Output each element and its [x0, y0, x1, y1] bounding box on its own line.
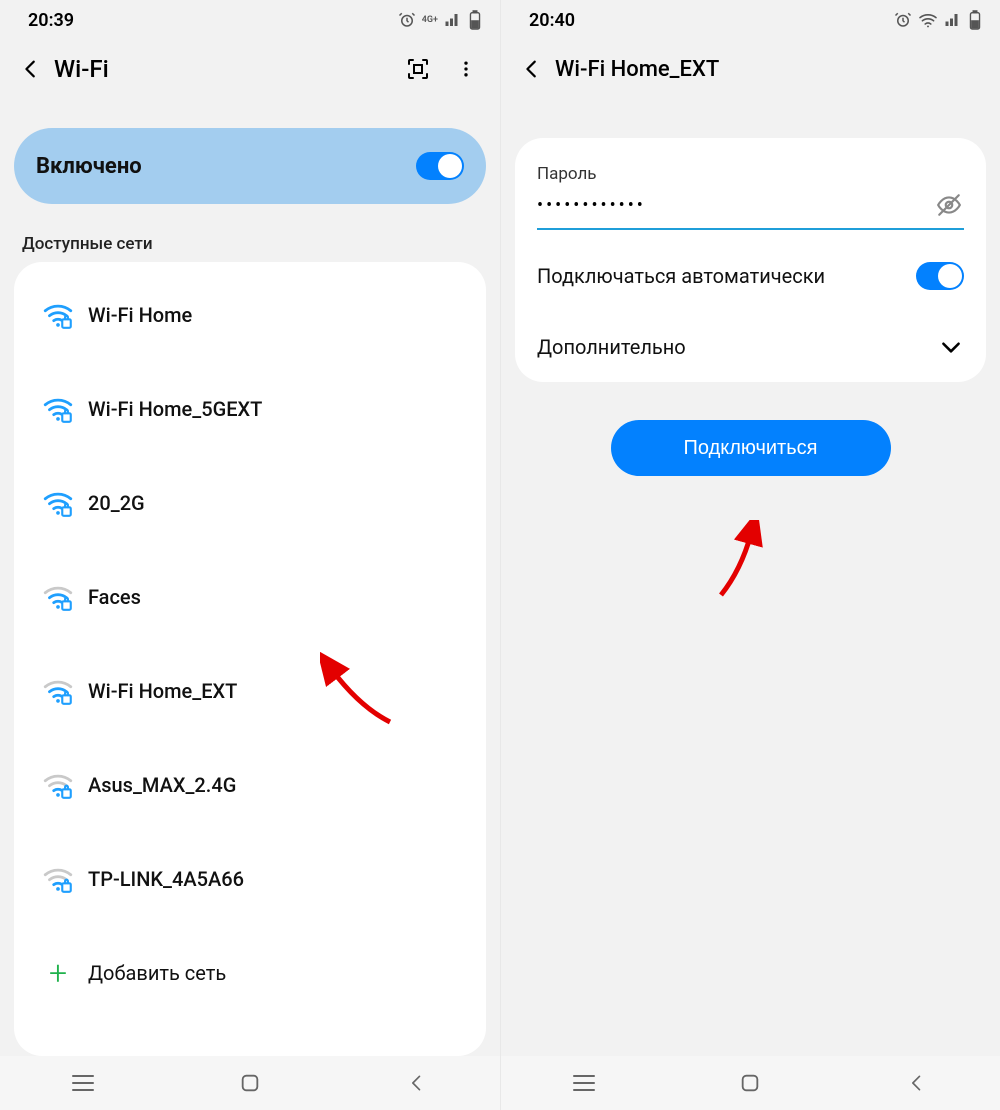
more-vertical-icon	[456, 59, 476, 79]
network-item[interactable]: 20_2G	[14, 456, 486, 550]
qr-scan-button[interactable]	[404, 55, 432, 83]
alarm-icon	[894, 11, 912, 29]
wifi-toggle-switch[interactable]	[416, 152, 464, 180]
nav-bar	[501, 1056, 1000, 1110]
network-name: TP-LINK_4A5A66	[88, 867, 244, 891]
signal-icon	[944, 11, 962, 29]
network-name: Wi-Fi Home_5GEXT	[88, 397, 262, 421]
wifi-icon	[28, 392, 88, 426]
wifi-icon	[28, 674, 88, 708]
header: Wi-Fi	[0, 40, 500, 98]
back-icon	[907, 1073, 927, 1093]
network-list: Wi-Fi Home Wi-Fi Home_5GEXT 20_2G Faces …	[14, 262, 486, 1056]
network-name: Asus_MAX_2.4G	[88, 773, 236, 797]
nav-recent-button[interactable]	[567, 1066, 601, 1100]
wifi-icon	[28, 298, 88, 332]
header: Wi-Fi Home_EXT	[501, 40, 1000, 98]
status-bar: 20:39 4G+	[0, 0, 500, 40]
signal-icon	[444, 11, 462, 29]
status-time: 20:39	[28, 10, 74, 31]
qr-icon	[406, 57, 430, 81]
recent-icon	[572, 1074, 596, 1092]
network-item[interactable]: Asus_MAX_2.4G	[14, 738, 486, 832]
chevron-down-icon	[938, 334, 964, 360]
status-time: 20:40	[529, 10, 575, 31]
home-icon	[239, 1072, 261, 1094]
alarm-icon	[398, 11, 416, 29]
settings-card: Пароль •••••••••••• Подключаться автомат…	[515, 138, 986, 382]
status-right	[894, 10, 982, 30]
back-button[interactable]	[515, 52, 549, 86]
chevron-left-icon	[521, 58, 543, 80]
status-network-label: 4G+	[422, 16, 438, 25]
phone-left: 20:39 4G+ Wi-Fi Включено Доступные сети	[0, 0, 500, 1110]
phone-right: 20:40 Wi-Fi Home_EXT Пароль ••••••••••••…	[500, 0, 1000, 1110]
password-input[interactable]: ••••••••••••	[537, 195, 934, 216]
network-name: Faces	[88, 585, 141, 609]
home-icon	[739, 1072, 761, 1094]
auto-connect-switch[interactable]	[916, 262, 964, 290]
wifi-icon	[28, 862, 88, 896]
network-name: Wi-Fi Home	[88, 303, 192, 327]
add-network-label: Добавить сеть	[88, 961, 226, 985]
status-right: 4G+	[398, 10, 482, 30]
nav-back-button[interactable]	[400, 1066, 434, 1100]
toggle-password-visibility-button[interactable]	[934, 190, 964, 220]
nav-home-button[interactable]	[733, 1066, 767, 1100]
chevron-left-icon	[20, 58, 42, 80]
page-title: Wi-Fi Home_EXT	[555, 57, 986, 82]
plus-icon: +	[28, 954, 88, 992]
nav-home-button[interactable]	[233, 1066, 267, 1100]
advanced-row[interactable]: Дополнительно	[515, 312, 986, 382]
battery-icon	[468, 10, 482, 30]
back-icon	[407, 1073, 427, 1093]
password-label: Пароль	[537, 164, 964, 184]
nav-recent-button[interactable]	[66, 1066, 100, 1100]
network-name: 20_2G	[88, 491, 145, 515]
network-name: Wi-Fi Home_EXT	[88, 679, 237, 703]
auto-connect-label: Подключаться автоматически	[537, 263, 825, 289]
eye-off-icon	[936, 192, 962, 218]
add-network-item[interactable]: + Добавить сеть	[14, 926, 486, 1020]
wifi-toggle-card: Включено	[14, 128, 486, 204]
wifi-toggle-label: Включено	[36, 154, 416, 179]
auto-connect-row: Подключаться автоматически	[515, 240, 986, 312]
battery-icon	[968, 10, 982, 30]
recent-icon	[71, 1074, 95, 1092]
network-item[interactable]: Faces	[14, 550, 486, 644]
status-bar: 20:40	[501, 0, 1000, 40]
page-title: Wi-Fi	[54, 55, 404, 83]
wifi-icon	[28, 768, 88, 802]
nav-bar	[0, 1056, 500, 1110]
wifi-status-icon	[918, 12, 938, 28]
network-item[interactable]: Wi-Fi Home	[14, 268, 486, 362]
network-item[interactable]: Wi-Fi Home_5GEXT	[14, 362, 486, 456]
back-button[interactable]	[14, 52, 48, 86]
advanced-label: Дополнительно	[537, 335, 686, 359]
network-item[interactable]: Wi-Fi Home_EXT	[14, 644, 486, 738]
connect-button-label: Подключиться	[684, 437, 818, 460]
nav-back-button[interactable]	[900, 1066, 934, 1100]
password-field: Пароль ••••••••••••	[515, 148, 986, 240]
section-label: Доступные сети	[22, 234, 478, 254]
connect-button[interactable]: Подключиться	[611, 420, 891, 476]
wifi-icon	[28, 486, 88, 520]
wifi-icon	[28, 580, 88, 614]
network-item[interactable]: TP-LINK_4A5A66	[14, 832, 486, 926]
more-button[interactable]	[452, 55, 480, 83]
